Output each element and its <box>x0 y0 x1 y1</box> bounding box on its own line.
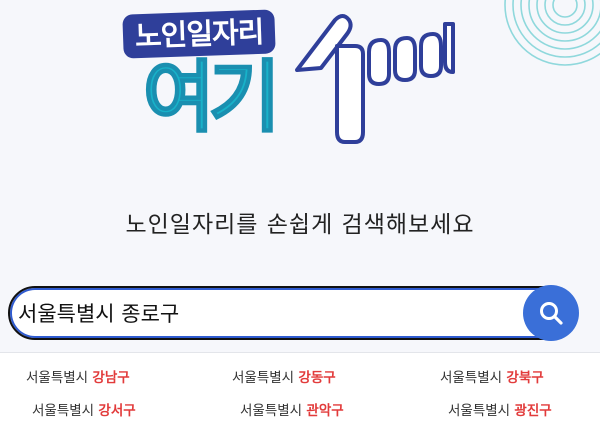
quick-link-city: 서울특별시 <box>26 370 89 386</box>
quick-link-district: 광진구 <box>514 403 552 419</box>
pointing-hand-icon <box>295 14 455 144</box>
quick-link-gangseo[interactable]: 서울특별시 강서구 <box>32 399 136 419</box>
logo-main-text: 여기 <box>142 52 282 144</box>
search-icon <box>540 302 563 325</box>
section-divider <box>0 352 600 353</box>
quick-link-gwanak[interactable]: 서울특별시 관악구 <box>240 399 344 419</box>
quick-link-district: 강북구 <box>506 370 544 386</box>
quick-link-city: 서울특별시 <box>440 370 503 386</box>
search-button[interactable] <box>523 285 579 341</box>
quick-link-gangnam[interactable]: 서울특별시 강남구 <box>26 366 130 386</box>
quick-link-city: 서울특별시 <box>232 370 295 386</box>
hero-area: 노인일자리 여기 노인일자리를 손쉽게 검색해보세요 <box>0 0 600 352</box>
site-logo[interactable]: 노인일자리 여기 <box>115 9 465 152</box>
quick-link-district: 관악구 <box>306 403 344 419</box>
decorative-arcs <box>504 0 600 66</box>
search-box <box>8 285 579 341</box>
quick-link-district: 강서구 <box>98 403 136 419</box>
quick-link-city: 서울특별시 <box>240 403 303 419</box>
page-tagline: 노인일자리를 손쉽게 검색해보세요 <box>125 212 475 238</box>
search-input[interactable] <box>18 295 518 331</box>
quick-link-gangdong[interactable]: 서울특별시 강동구 <box>232 366 336 386</box>
quick-link-district: 강남구 <box>92 370 130 386</box>
quick-link-city: 서울특별시 <box>448 403 511 419</box>
quick-link-gwangjin[interactable]: 서울특별시 광진구 <box>448 399 552 419</box>
quick-link-district: 강동구 <box>298 370 336 386</box>
quick-link-city: 서울특별시 <box>32 403 95 419</box>
quick-link-gangbuk[interactable]: 서울특별시 강북구 <box>440 366 544 386</box>
